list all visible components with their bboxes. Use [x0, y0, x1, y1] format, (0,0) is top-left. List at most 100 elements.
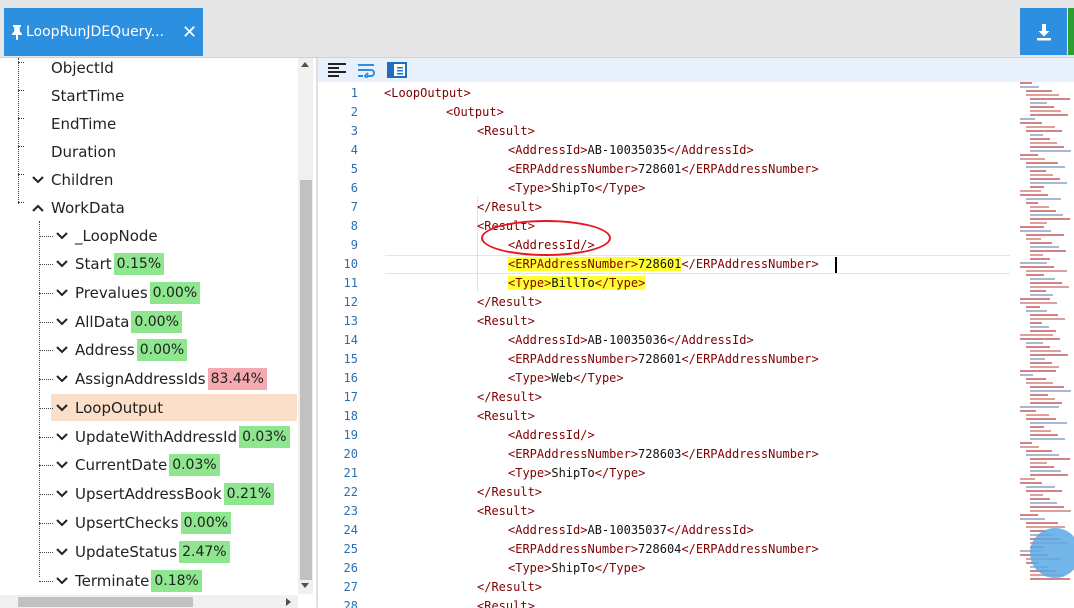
chevron-down-icon[interactable] [55, 487, 69, 501]
align-left-button[interactable] [326, 60, 348, 80]
code-line[interactable]: 17 </Result> [318, 388, 1018, 407]
chevron-down-icon[interactable] [55, 516, 69, 530]
code-line[interactable]: 4 <AddressId>AB-10035035</AddressId> [318, 141, 1018, 160]
code-line[interactable]: 14 <AddressId>AB-10035036</AddressId> [318, 331, 1018, 350]
code-token: <Type> [508, 371, 552, 385]
code-line[interactable]: 25 <ERPAddressNumber>728604</ERPAddressNu… [318, 540, 1018, 559]
code-line[interactable]: 21 <Type>ShipTo</Type> [318, 464, 1018, 483]
tree-item-node[interactable]: Prevalues 0.00% [55, 279, 201, 307]
code-line[interactable]: 8 <Result> [318, 217, 1018, 236]
tree-item-property[interactable]: Duration [51, 138, 116, 166]
panel-button[interactable] [386, 60, 408, 80]
code-line[interactable]: 5 <ERPAddressNumber>728601</ERPAddressNum… [318, 160, 1018, 179]
minimap-line [1030, 178, 1060, 180]
tree-item-node[interactable]: UpsertChecks 0.00% [55, 509, 232, 537]
tab-looprun[interactable]: LoopRunJDEQuery... ✕ [4, 8, 203, 56]
tree-item-node[interactable]: _LoopNode [55, 222, 158, 250]
code-line[interactable]: 12 </Result> [318, 293, 1018, 312]
scroll-down-icon[interactable] [301, 583, 309, 588]
line-number: 11 [343, 276, 358, 290]
tree-item-property[interactable]: ObjectId [51, 58, 114, 82]
line-number: 27 [343, 580, 358, 594]
tree-item-node[interactable]: AllData 0.00% [55, 308, 182, 336]
code-line[interactable]: 24 <AddressId>AB-10035037</AddressId> [318, 521, 1018, 540]
duration-badge: 0.18% [151, 570, 202, 592]
chevron-down-icon[interactable] [55, 229, 69, 243]
code-line[interactable]: 1 <LoopOutput> [318, 84, 1018, 103]
code-token: <AddressId/> [508, 428, 595, 442]
code-line[interactable]: 6 <Type>ShipTo</Type> [318, 179, 1018, 198]
minimap-line [1026, 378, 1046, 380]
chevron-down-icon[interactable] [55, 257, 69, 271]
code-line[interactable]: 11 <Type>BillTo</Type> [318, 274, 1018, 293]
minimap-line [1030, 354, 1068, 356]
word-wrap-icon [358, 64, 375, 78]
tree-item-node[interactable]: UpdateWithAddressId 0.03% [55, 423, 290, 451]
minimap-line [1030, 358, 1045, 360]
tree-item-node[interactable]: LoopOutput [55, 394, 163, 422]
code-line[interactable]: 10 <ERPAddressNumber>728601</ERPAddressNu… [318, 255, 1018, 274]
tree-item-node[interactable]: Terminate 0.18% [55, 567, 202, 595]
scroll-up-icon[interactable] [301, 62, 309, 67]
tree-vertical-scrollbar[interactable] [298, 58, 313, 594]
code-line[interactable]: 28 <Result> [318, 597, 1018, 608]
code-token: AB-10035037 [587, 523, 667, 537]
minimap-line [1030, 474, 1068, 476]
word-wrap-button[interactable] [356, 60, 378, 80]
minimap-line [1030, 386, 1064, 388]
code-line[interactable]: 16 <Type>Web</Type> [318, 369, 1018, 388]
line-number: 16 [343, 371, 358, 385]
tree-item-node[interactable]: Start 0.15% [55, 250, 165, 278]
chevron-down-icon[interactable] [55, 545, 69, 559]
chevron-down-icon[interactable] [55, 315, 69, 329]
scroll-right-icon[interactable] [286, 598, 291, 606]
chevron-down-icon[interactable] [55, 401, 69, 415]
chevron-down-icon[interactable] [55, 343, 69, 357]
line-number: 20 [343, 447, 358, 461]
code-line[interactable]: 22 </Result> [318, 483, 1018, 502]
tree-item-node[interactable]: UpdateStatus 2.47% [55, 538, 230, 566]
tree-item-property[interactable]: StartTime [51, 82, 124, 110]
code-text: <Result> [477, 502, 535, 521]
tree-item-node[interactable]: AssignAddressIds 83.44% [55, 365, 267, 393]
chevron-down-icon[interactable] [55, 574, 69, 588]
chevron-down-icon[interactable] [55, 458, 69, 472]
code-line[interactable]: 26 <Type>ShipTo</Type> [318, 559, 1018, 578]
chat-bubble-icon[interactable] [1030, 528, 1074, 578]
minimap[interactable] [1016, 82, 1074, 592]
minimap-line [1030, 326, 1049, 328]
code-line[interactable]: 3 <Result> [318, 122, 1018, 141]
chevron-down-icon[interactable] [55, 286, 69, 300]
scroll-thumb[interactable] [300, 180, 312, 580]
tree-item-node[interactable]: CurrentDate 0.03% [55, 451, 220, 479]
chevron-down-icon[interactable] [55, 372, 69, 386]
tree-item-children[interactable]: Children [31, 166, 113, 194]
scroll-thumb[interactable] [18, 597, 193, 607]
code-token: <ERPAddressNumber> [508, 352, 639, 366]
tree-connector [18, 146, 24, 147]
chevron-down-icon[interactable] [31, 173, 45, 187]
tree-item-property[interactable]: EndTime [51, 110, 116, 138]
code-line[interactable]: 23 <Result> [318, 502, 1018, 521]
tree-item-node[interactable]: UpsertAddressBook 0.21% [55, 480, 275, 508]
tree-item-node[interactable]: Address 0.00% [55, 336, 188, 364]
code-line[interactable]: 7 </Result> [318, 198, 1018, 217]
code-line[interactable]: 2 <Output> [318, 103, 1018, 122]
code-editor[interactable]: 1 <LoopOutput> 2 <Output> 3 <Result> 4 <Address… [318, 82, 1074, 608]
tree-item-workdata[interactable]: WorkData [31, 194, 125, 222]
chevron-up-icon[interactable] [31, 201, 45, 215]
code-token: AB-10035035 [587, 143, 667, 157]
chevron-down-icon[interactable] [55, 430, 69, 444]
tree-item-label: UpdateStatus [75, 543, 178, 561]
code-line[interactable]: 27 </Result> [318, 578, 1018, 597]
code-line[interactable]: 13 <Result> [318, 312, 1018, 331]
tree-horizontal-scrollbar[interactable] [0, 595, 298, 608]
code-line[interactable]: 9 <AddressId/> [318, 236, 1018, 255]
close-icon[interactable]: ✕ [182, 22, 197, 43]
minimap-line [1030, 114, 1068, 116]
code-line[interactable]: 18 <Result> [318, 407, 1018, 426]
code-line[interactable]: 20 <ERPAddressNumber>728603</ERPAddressNu… [318, 445, 1018, 464]
code-line[interactable]: 15 <ERPAddressNumber>728601</ERPAddressNu… [318, 350, 1018, 369]
code-line[interactable]: 19 <AddressId/> [318, 426, 1018, 445]
download-button[interactable] [1020, 8, 1067, 55]
